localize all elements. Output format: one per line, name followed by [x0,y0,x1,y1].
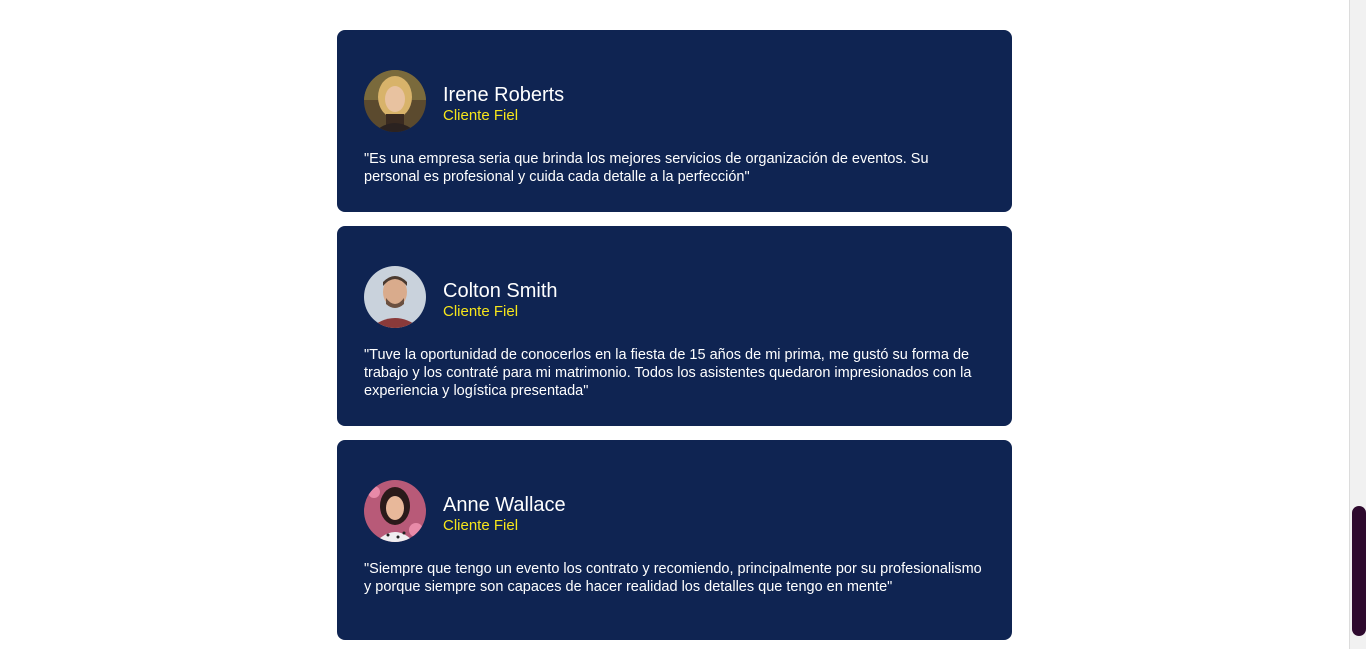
testimonial-role: Cliente Fiel [443,107,519,124]
testimonial-quote: "Siempre que tengo un evento los contrat… [364,561,982,595]
testimonial-card: Colton Smith Cliente Fiel "Tuve la oport… [337,226,1012,426]
page-scrollbar[interactable] [1349,0,1366,649]
avatar [364,70,426,132]
avatar [364,480,426,542]
testimonial-role: Cliente Fiel [443,303,519,320]
testimonial-quote: "Es una empresa seria que brinda los mej… [364,151,929,185]
testimonial-header: Anne Wallace Cliente Fiel [364,480,985,542]
testimonial-card: Anne Wallace Cliente Fiel "Siempre que t… [337,440,1012,640]
woman-portrait-avatar [364,70,426,132]
testimonial-meta: Irene Roberts Cliente Fiel [443,76,564,126]
scrollbar-thumb[interactable] [1352,506,1366,636]
testimonial-header: Irene Roberts Cliente Fiel [364,70,985,132]
testimonial-name: Colton Smith [443,280,558,302]
testimonial-role: Cliente Fiel [443,517,519,534]
testimonial-header: Colton Smith Cliente Fiel [364,266,985,328]
testimonial-quote: "Tuve la oportunidad de conocerlos en la… [364,347,972,399]
testimonial-card: Irene Roberts Cliente Fiel "Es una empre… [337,30,1012,212]
page: Irene Roberts Cliente Fiel "Es una empre… [0,0,1366,649]
testimonial-meta: Colton Smith Cliente Fiel [443,272,558,322]
woman-portrait-avatar [364,480,426,542]
testimonial-meta: Anne Wallace Cliente Fiel [443,486,566,536]
testimonial-name: Irene Roberts [443,84,565,106]
avatar [364,266,426,328]
testimonial-name: Anne Wallace [443,494,566,516]
testimonial-list: Irene Roberts Cliente Fiel "Es una empre… [337,30,1012,649]
man-portrait-avatar [364,266,426,328]
